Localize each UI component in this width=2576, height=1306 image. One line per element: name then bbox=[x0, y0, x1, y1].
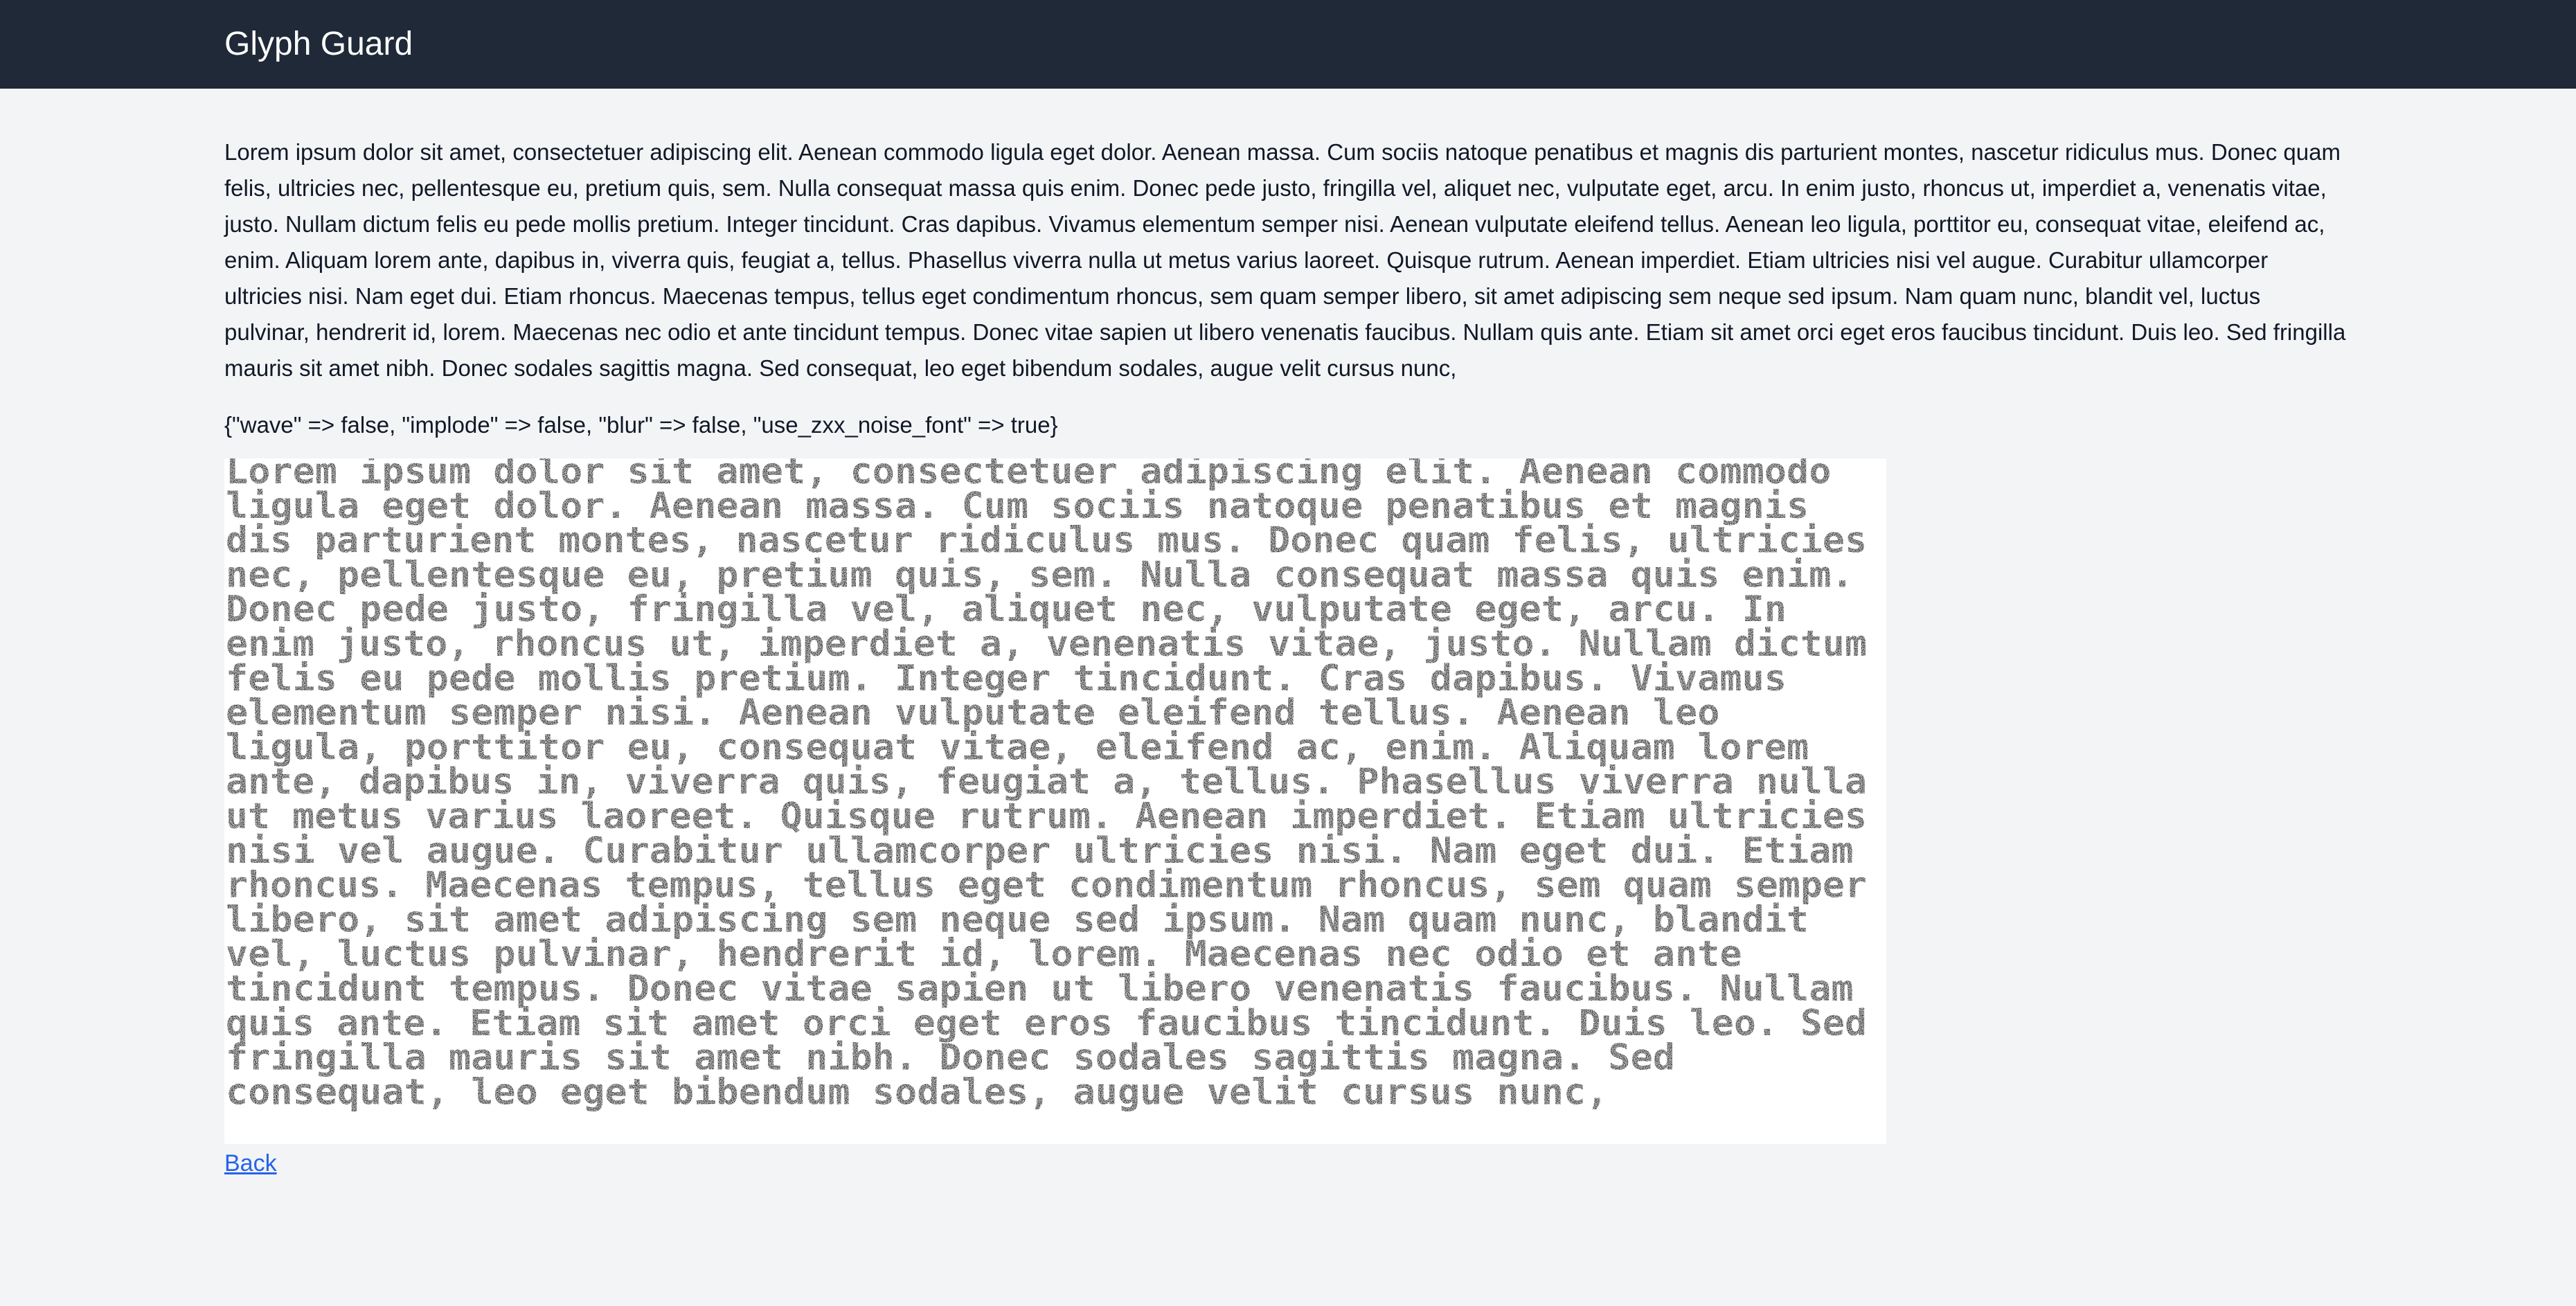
source-text-paragraph: Lorem ipsum dolor sit amet, consectetuer… bbox=[224, 139, 2346, 381]
captcha-noise-text: Lorem ipsum dolor sit amet, consectetuer… bbox=[226, 458, 1867, 1113]
captcha-image: Lorem ipsum dolor sit amet, consectetuer… bbox=[224, 458, 1886, 1144]
main-content: Lorem ipsum dolor sit amet, consectetuer… bbox=[224, 89, 2352, 1179]
top-navbar: Glyph Guard bbox=[0, 0, 2576, 89]
captcha-text-line: consequat, leo eget bibendum sodales, au… bbox=[226, 1071, 1608, 1113]
back-link[interactable]: Back bbox=[224, 1148, 277, 1179]
captcha-options-text: {"wave" => false, "implode" => false, "b… bbox=[224, 412, 1058, 438]
app-brand: Glyph Guard bbox=[224, 26, 413, 62]
